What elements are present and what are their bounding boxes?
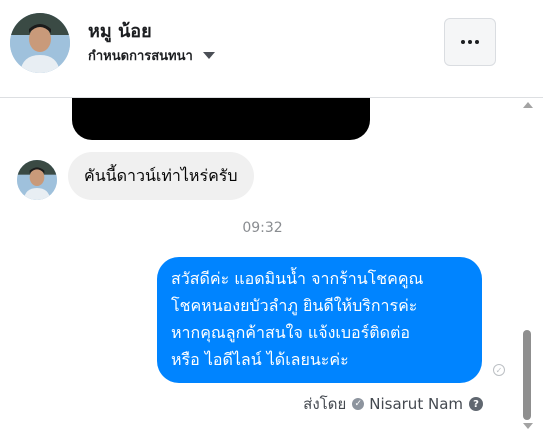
scrollbar[interactable] xyxy=(519,98,535,434)
conversation-schedule-dropdown[interactable]: กำหนดการสนทนา xyxy=(88,45,215,66)
scroll-down-icon[interactable] xyxy=(523,423,533,429)
more-horizontal-icon xyxy=(461,40,465,44)
contact-name[interactable]: หมู น้อย xyxy=(88,16,152,45)
more-options-button[interactable] xyxy=(444,18,496,66)
sender-avatar xyxy=(17,160,57,200)
check-circle-icon: ✓ xyxy=(352,398,365,410)
scroll-up-icon[interactable] xyxy=(523,102,533,108)
contact-avatar[interactable] xyxy=(10,13,70,73)
outgoing-line: โชคหนองยบัวลำภู ยินดีให้บริการค่ะ xyxy=(171,296,418,315)
delivered-check-icon: ✓ xyxy=(493,364,505,376)
more-dot xyxy=(468,40,472,44)
caret-down-icon xyxy=(202,52,215,59)
message-timestamp: 09:32 xyxy=(242,220,283,236)
outgoing-message[interactable]: สวัสดีค่ะ แอดมินน้ำ จากร้านโชคคูณ โชคหนอ… xyxy=(157,257,482,383)
outgoing-line: สวัสดีค่ะ แอดมินน้ำ จากร้านโชคคูณ xyxy=(171,269,424,288)
incoming-message[interactable]: คันนี้ดาวน์เท่าไหร่ครับ xyxy=(68,152,254,200)
media-attachment[interactable] xyxy=(72,98,370,140)
chat-header: หมู น้อย กำหนดการสนทนา xyxy=(0,0,543,98)
sent-by-row: ส่งโดย ✓ Nisarut Nam ? xyxy=(303,392,483,416)
message-thread: คันนี้ดาวน์เท่าไหร่ครับ 09:32 สวัสดีค่ะ … xyxy=(0,98,543,434)
sent-by-label: ส่งโดย xyxy=(303,395,347,413)
outgoing-line: หากคุณลูกค้าสนใจ แจ้งเบอร์ติดต่อ xyxy=(171,323,411,342)
more-dot xyxy=(475,40,479,44)
sender-name[interactable]: Nisarut Nam xyxy=(369,395,463,413)
scrollbar-thumb[interactable] xyxy=(523,330,531,420)
conversation-schedule-label: กำหนดการสนทนา xyxy=(88,49,193,64)
help-icon[interactable]: ? xyxy=(469,397,483,411)
outgoing-line: หรือ ไอดีไลน์ ได้เลยนะค่ะ xyxy=(171,350,349,369)
